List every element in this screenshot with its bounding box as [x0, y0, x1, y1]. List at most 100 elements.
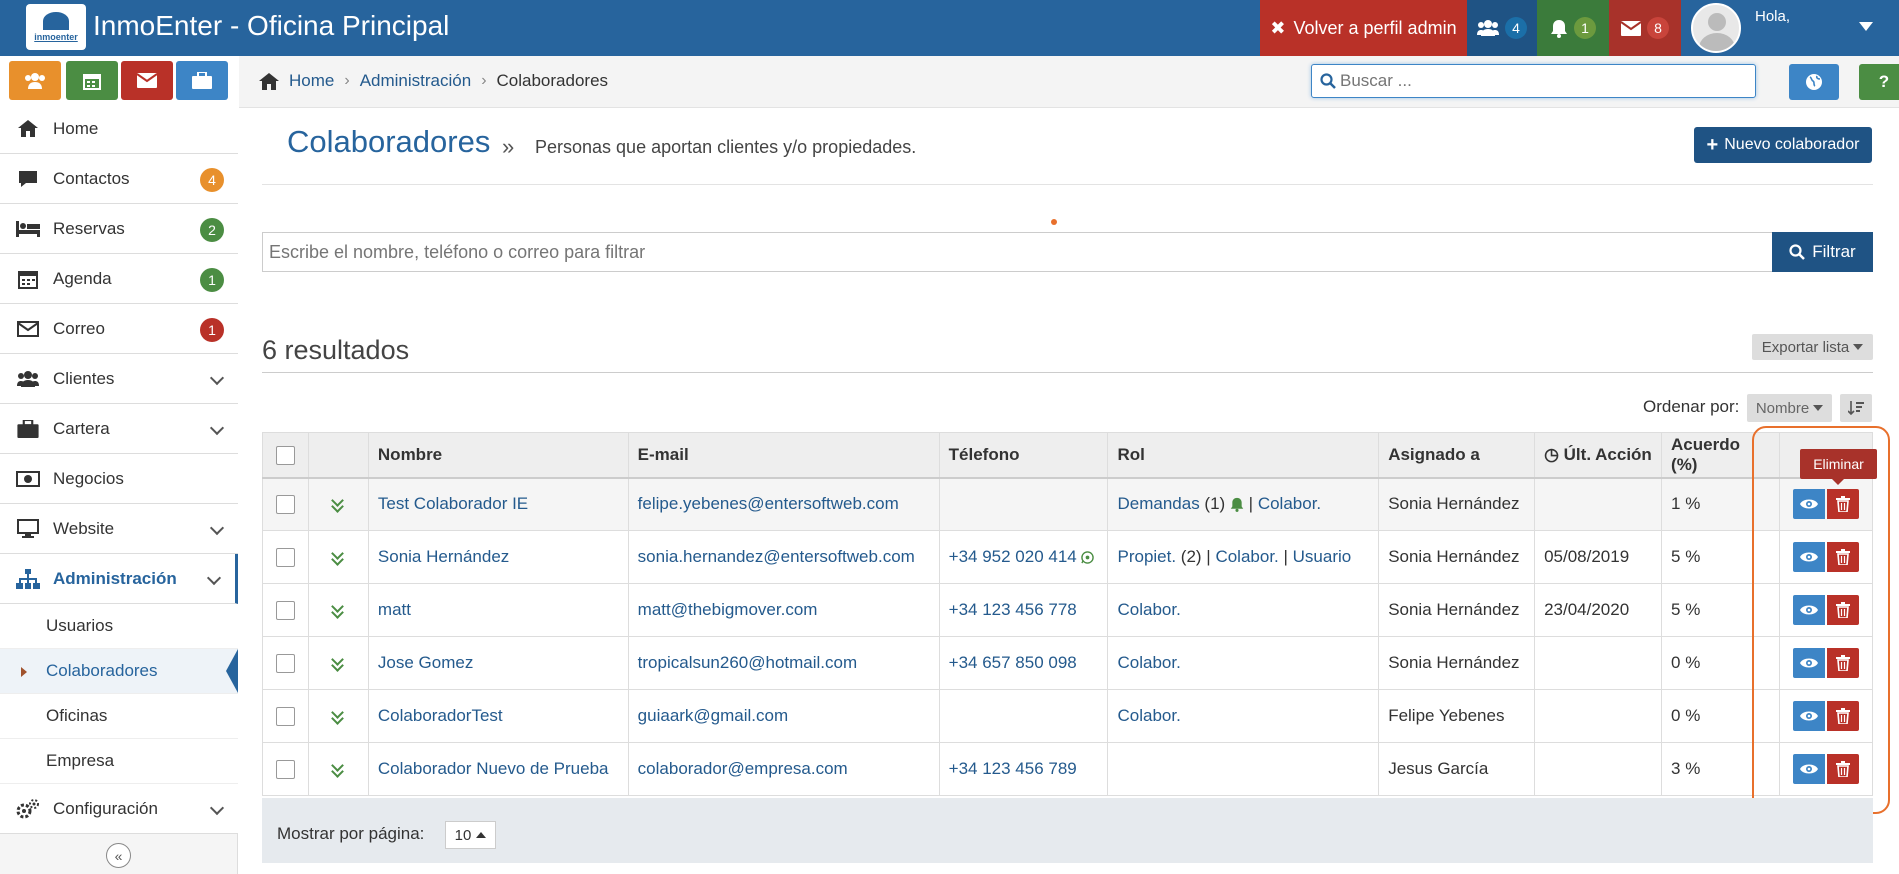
quick-contacts-button[interactable] [9, 61, 61, 100]
row-checkbox[interactable] [275, 654, 295, 673]
colaborador-phone[interactable]: +34 123 456 789 [949, 759, 1077, 778]
rol-link-colabor[interactable]: Colabor. [1117, 600, 1180, 619]
delete-tooltip: Eliminar [1800, 449, 1877, 485]
per-page-label: Mostrar por página: [277, 824, 425, 843]
sidebar-item-home[interactable]: Home [0, 104, 238, 154]
sidebar-item-cartera[interactable]: Cartera [0, 404, 238, 454]
user-greeting: Hola, [1755, 8, 1791, 25]
expand-row-icon[interactable] [330, 546, 346, 567]
rol-link-colabor[interactable]: Colabor. [1117, 653, 1180, 672]
filter-input[interactable] [269, 242, 1759, 263]
colaborador-email-link[interactable]: sonia.hernandez@entersoftweb.com [638, 547, 915, 566]
colaborador-phone[interactable]: +34 123 456 778 [949, 600, 1077, 619]
user-menu[interactable]: Hola, [1681, 0, 1899, 56]
rol-link-colabor[interactable]: Colabor. [1117, 706, 1180, 725]
sidebar-item-negocios[interactable]: Negocios [0, 454, 238, 504]
expand-row-icon[interactable] [330, 493, 346, 514]
chat-icon [19, 170, 37, 187]
breadcrumb-home[interactable]: Home [289, 71, 334, 91]
sidebar-item-configuracion[interactable]: Configuración [0, 784, 238, 834]
rol-link-demandas[interactable]: Demandas [1117, 494, 1199, 513]
per-page-select[interactable]: 10 [445, 821, 496, 849]
help-button[interactable]: ? [1859, 64, 1899, 100]
mail-notification-button[interactable]: 8 [1609, 0, 1681, 56]
bell-notification-button[interactable]: 1 [1537, 0, 1609, 56]
row-checkbox[interactable] [275, 601, 295, 620]
sidebar-item-reservas[interactable]: Reservas 2 [0, 204, 238, 254]
colaborador-email-link[interactable]: matt@thebigmover.com [638, 600, 818, 619]
breadcrumb-administracion[interactable]: Administración [360, 71, 472, 91]
language-button[interactable] [1789, 64, 1839, 100]
sort-field-dropdown[interactable]: Nombre [1747, 394, 1832, 422]
colaborador-name-link[interactable]: matt [378, 600, 411, 619]
global-search[interactable] [1311, 64, 1756, 98]
new-colaborador-button[interactable]: + Nuevo colaborador [1694, 127, 1872, 163]
sidebar-item-website[interactable]: Website [0, 504, 238, 554]
col-header-telefono[interactable]: Télefono [938, 432, 1109, 479]
quick-calendar-button[interactable] [66, 61, 118, 100]
colaborador-email-link[interactable]: colaborador@empresa.com [638, 759, 848, 778]
sidebar-item-correo[interactable]: Correo 1 [0, 304, 238, 354]
expand-row-icon[interactable] [330, 599, 346, 620]
col-header-asignado[interactable]: Asignado a [1378, 432, 1536, 479]
col-header-ult-accion[interactable]: ◷ Últ. Acción [1534, 432, 1663, 479]
col-header-nombre[interactable]: Nombre [367, 432, 629, 479]
sidebar-subitem-colaboradores[interactable]: Colaboradores [0, 649, 238, 694]
colaborador-phone[interactable]: +34 952 020 414 [949, 547, 1077, 566]
pagination-bar: Mostrar por página: 10 [262, 798, 1873, 863]
expand-row-icon[interactable] [330, 652, 346, 673]
quick-portfolio-button[interactable] [176, 61, 228, 100]
rol-cell: Demandas (1) | Colabor. [1107, 477, 1380, 531]
sidebar-subitem-oficinas[interactable]: Oficinas [0, 694, 238, 739]
last-action-cell: 05/08/2019 [1534, 530, 1663, 584]
rol-cell: Propiet. (2) | Colabor. | Usuario [1107, 530, 1380, 584]
expand-row-icon[interactable] [330, 758, 346, 779]
col-header-email[interactable]: E-mail [627, 432, 940, 479]
row-checkbox[interactable] [275, 760, 295, 779]
select-all-checkbox[interactable] [275, 445, 295, 465]
row-checkbox[interactable] [275, 707, 295, 726]
table-header-row: Nombre E-mail Télefono Rol Asignado a ◷ … [262, 432, 1874, 479]
colaborador-name-link[interactable]: Sonia Hernández [378, 547, 509, 566]
rol-link-colabor[interactable]: Colabor. [1215, 547, 1278, 566]
back-to-admin-button[interactable]: ✖ Volver a perfil admin [1260, 0, 1467, 56]
chevron-down-icon [209, 520, 225, 536]
users-notification-button[interactable]: 4 [1467, 0, 1537, 56]
search-input[interactable] [1340, 71, 1740, 91]
table-row: ColaboradorTest guiaark@gmail.com Colabo… [262, 689, 1874, 743]
rol-link-usuario[interactable]: Usuario [1293, 547, 1352, 566]
sidebar-subitem-usuarios[interactable]: Usuarios [0, 604, 238, 649]
row-checkbox[interactable] [275, 495, 295, 515]
expand-row-icon[interactable] [330, 705, 346, 726]
rol-link-propiet[interactable]: Propiet. [1117, 547, 1176, 566]
sidebar-item-clientes[interactable]: Clientes [0, 354, 238, 404]
row-checkbox[interactable] [275, 548, 295, 567]
colaborador-email-link[interactable]: guiaark@gmail.com [638, 706, 788, 725]
rol-link-colabor[interactable]: Colabor. [1258, 494, 1321, 513]
colaborador-name-link[interactable]: Test Colaborador IE [378, 494, 528, 513]
sidebar-subitem-empresa[interactable]: Empresa [0, 739, 238, 784]
colaborador-name-link[interactable]: Colaborador Nuevo de Prueba [378, 759, 609, 778]
sidebar-item-administracion[interactable]: Administración [0, 554, 238, 604]
sidebar-item-agenda[interactable]: Agenda 1 [0, 254, 238, 304]
col-header-rol[interactable]: Rol [1107, 432, 1380, 479]
filter-box[interactable] [262, 232, 1772, 272]
collapse-sidebar-button[interactable]: « [106, 843, 131, 868]
chevron-down-icon [209, 800, 225, 816]
sidebar: Home Contactos 4 Reservas 2 Agenda 1 Cor… [0, 104, 238, 874]
sidebar-item-contactos[interactable]: Contactos 4 [0, 154, 238, 204]
colaborador-phone[interactable]: +34 657 850 098 [949, 653, 1077, 672]
quick-mail-button[interactable] [121, 61, 173, 100]
colaborador-name-link[interactable]: Jose Gomez [378, 653, 473, 672]
export-list-button[interactable]: Exportar lista [1752, 334, 1873, 360]
sort-direction-button[interactable] [1840, 394, 1872, 422]
last-action-cell [1534, 689, 1663, 743]
rol-cell: Colabor. [1107, 689, 1380, 743]
filter-button[interactable]: Filtrar [1772, 232, 1873, 272]
table-row: Test Colaborador IE felipe.yebenes@enter… [262, 477, 1874, 531]
colaborador-email-link[interactable]: felipe.yebenes@entersoftweb.com [638, 494, 899, 513]
app-logo[interactable]: inmoenter [26, 4, 86, 50]
colaborador-name-link[interactable]: ColaboradorTest [378, 706, 503, 725]
colaborador-email-link[interactable]: tropicalsun260@hotmail.com [638, 653, 857, 672]
whatsapp-icon [1081, 551, 1095, 564]
